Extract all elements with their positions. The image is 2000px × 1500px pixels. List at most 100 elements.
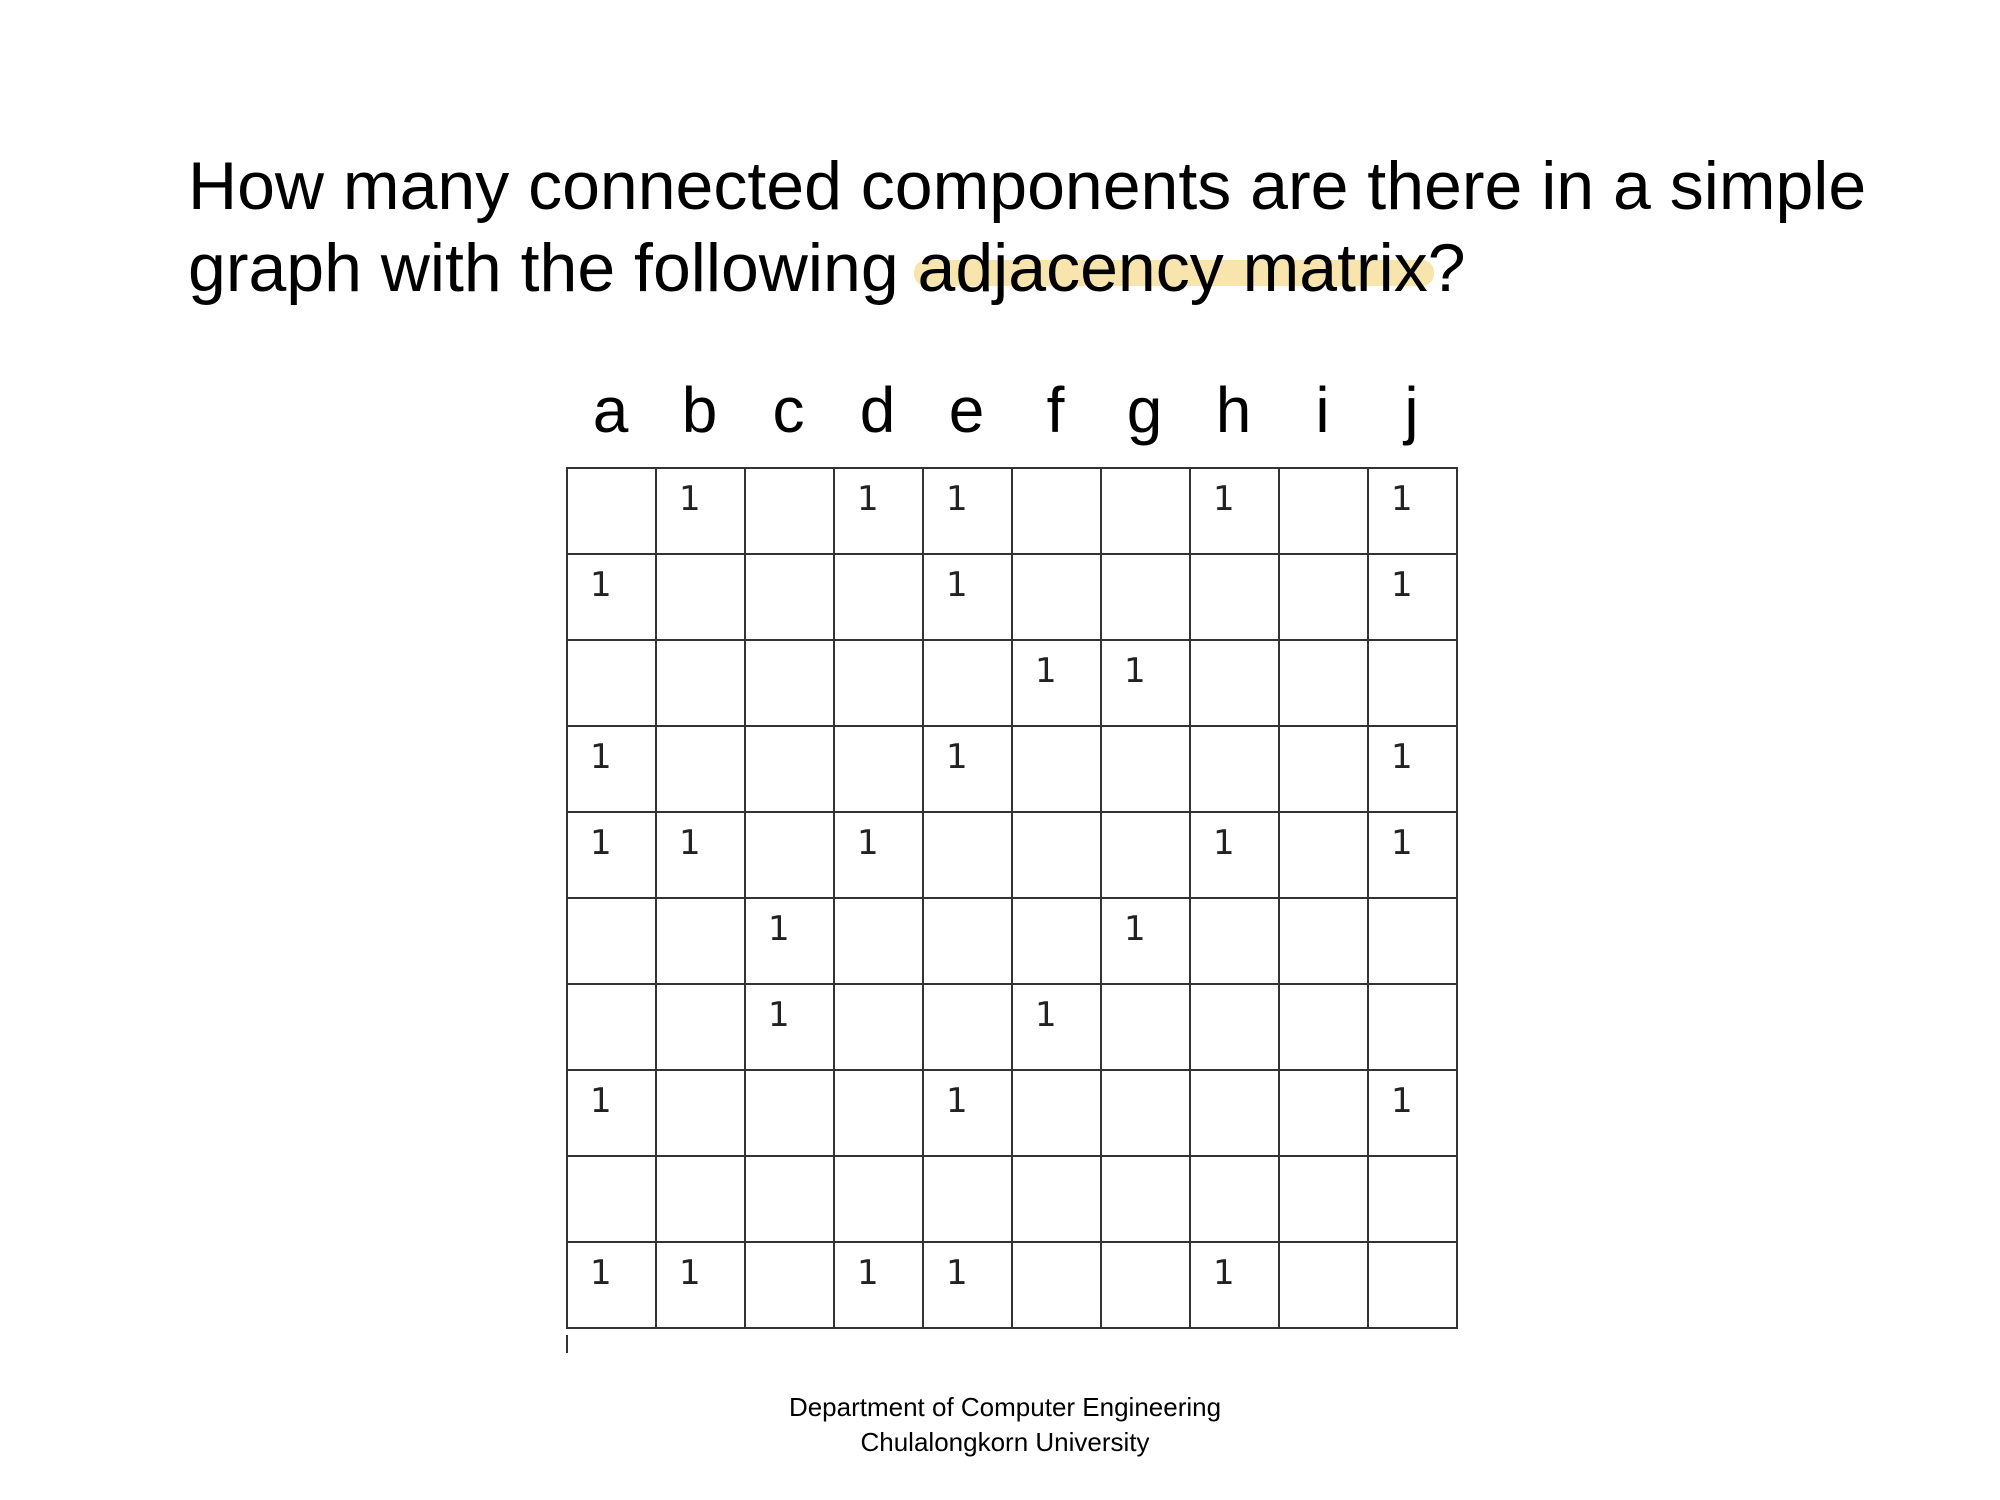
matrix-row: 1 1 1 1 1 xyxy=(566,1241,1458,1329)
matrix-cell xyxy=(833,725,924,813)
matrix-cell-value xyxy=(1369,1243,1456,1253)
matrix-cell-value xyxy=(568,1157,655,1167)
matrix-cell-value: 1 xyxy=(679,479,701,519)
matrix-cell-value: 1 xyxy=(679,823,701,863)
matrix-cell xyxy=(655,897,746,985)
matrix-cell xyxy=(1189,897,1280,985)
matrix-cell: 1 xyxy=(1367,811,1458,899)
matrix-cell: 1 xyxy=(1100,639,1191,727)
matrix-cell: 1 xyxy=(1100,897,1191,985)
matrix-cell-value: 1 xyxy=(590,823,612,863)
matrix-cell-value: 1 xyxy=(1391,1081,1413,1121)
matrix-cell xyxy=(744,467,835,555)
matrix-cell xyxy=(655,1155,746,1243)
matrix-cell-value xyxy=(1102,1157,1189,1167)
matrix-cell xyxy=(1189,1155,1280,1243)
matrix-cell-value xyxy=(1280,1157,1367,1167)
matrix-cell xyxy=(1100,983,1191,1071)
matrix-cell xyxy=(922,811,1013,899)
matrix-cell: 1 xyxy=(1189,1241,1280,1329)
matrix-cell-value xyxy=(657,641,744,651)
matrix-cell: 1 xyxy=(1367,467,1458,555)
matrix-cell-value xyxy=(1102,469,1189,479)
matrix-cell-value: 1 xyxy=(590,737,612,777)
matrix-cell-value: 1 xyxy=(768,909,790,949)
matrix-cell-value: 1 xyxy=(1213,1253,1235,1293)
matrix-cell xyxy=(744,1069,835,1157)
matrix-cell-value: 1 xyxy=(1035,651,1057,691)
matrix-cell-value xyxy=(1369,899,1456,909)
matrix-cell xyxy=(744,553,835,641)
matrix-cell xyxy=(833,1155,924,1243)
matrix-cell-value xyxy=(746,1243,833,1253)
matrix-cell xyxy=(1278,553,1369,641)
matrix-cell-value xyxy=(1369,641,1456,651)
matrix-cell xyxy=(1278,983,1369,1071)
column-label-a: a xyxy=(592,374,629,446)
column-label-c: c xyxy=(772,374,805,446)
matrix-cell: 1 xyxy=(1367,553,1458,641)
matrix-cell xyxy=(1278,725,1369,813)
matrix-cell xyxy=(655,639,746,727)
matrix-cell: 1 xyxy=(1011,983,1102,1071)
matrix-cell-value xyxy=(924,641,1011,651)
matrix-row: 11 xyxy=(566,897,1458,985)
matrix-cell xyxy=(1100,467,1191,555)
matrix-cell-value xyxy=(1369,1157,1456,1167)
matrix-cell-value: 1 xyxy=(590,565,612,605)
matrix-cell xyxy=(1367,897,1458,985)
matrix-cell-value xyxy=(1191,641,1278,651)
matrix-cell-value xyxy=(1191,985,1278,995)
matrix-cell-value xyxy=(1013,1157,1100,1167)
matrix-row: 1 1 1 xyxy=(566,725,1458,813)
matrix-cell xyxy=(922,983,1013,1071)
matrix-cell-value: 1 xyxy=(1391,737,1413,777)
matrix-cell-value xyxy=(746,469,833,479)
matrix-cell-value xyxy=(746,727,833,737)
matrix-cell-value xyxy=(1280,1071,1367,1081)
matrix-cell-value xyxy=(568,899,655,909)
matrix-cell-value: 1 xyxy=(590,1081,612,1121)
matrix-cell xyxy=(1278,467,1369,555)
matrix-cell xyxy=(1011,553,1102,641)
matrix-cell-value xyxy=(835,899,922,909)
matrix-cell: 1 xyxy=(566,553,657,641)
matrix-cell: 1 xyxy=(922,1069,1013,1157)
matrix-cell-value: 1 xyxy=(946,565,968,605)
matrix-cell-value: 1 xyxy=(590,1253,612,1293)
matrix-cell xyxy=(1189,553,1280,641)
matrix-cell-value: 1 xyxy=(1391,823,1413,863)
matrix-cell-value xyxy=(835,555,922,565)
matrix-cell-value xyxy=(1102,985,1189,995)
matrix-cell-value xyxy=(924,985,1011,995)
matrix-cell: 1 xyxy=(1367,1069,1458,1157)
matrix-cell-value xyxy=(746,1157,833,1167)
matrix-cell-value xyxy=(1102,727,1189,737)
matrix-cell: 1 xyxy=(744,897,835,985)
matrix-row: 1 1 1 xyxy=(566,1069,1458,1157)
matrix-cell xyxy=(1011,1241,1102,1329)
matrix-cell-value xyxy=(1102,555,1189,565)
matrix-cell-value: 1 xyxy=(768,995,790,1035)
matrix-cell-value xyxy=(1280,641,1367,651)
matrix-cell-value xyxy=(835,727,922,737)
matrix-cell xyxy=(1278,1155,1369,1243)
matrix-cell xyxy=(922,639,1013,727)
matrix-cell xyxy=(1100,1155,1191,1243)
matrix-cell-value xyxy=(1280,985,1367,995)
matrix-cell-value xyxy=(746,813,833,823)
matrix-cell xyxy=(566,639,657,727)
matrix-cell: 1 xyxy=(1011,639,1102,727)
matrix-cell-value: 1 xyxy=(679,1253,701,1293)
column-label-i: i xyxy=(1315,374,1330,446)
matrix-cell-value xyxy=(1102,1071,1189,1081)
matrix-cell xyxy=(1011,1069,1102,1157)
adjacency-matrix: 111111111111111111111111111111 xyxy=(566,467,1458,1329)
matrix-cell: 1 xyxy=(655,1241,746,1329)
matrix-cell-value: 1 xyxy=(946,479,968,519)
matrix-cell xyxy=(922,897,1013,985)
matrix-cell-value: 1 xyxy=(946,737,968,777)
matrix-cell-value: 1 xyxy=(1391,479,1413,519)
matrix-cell-value xyxy=(924,899,1011,909)
matrix-cell-value xyxy=(657,555,744,565)
